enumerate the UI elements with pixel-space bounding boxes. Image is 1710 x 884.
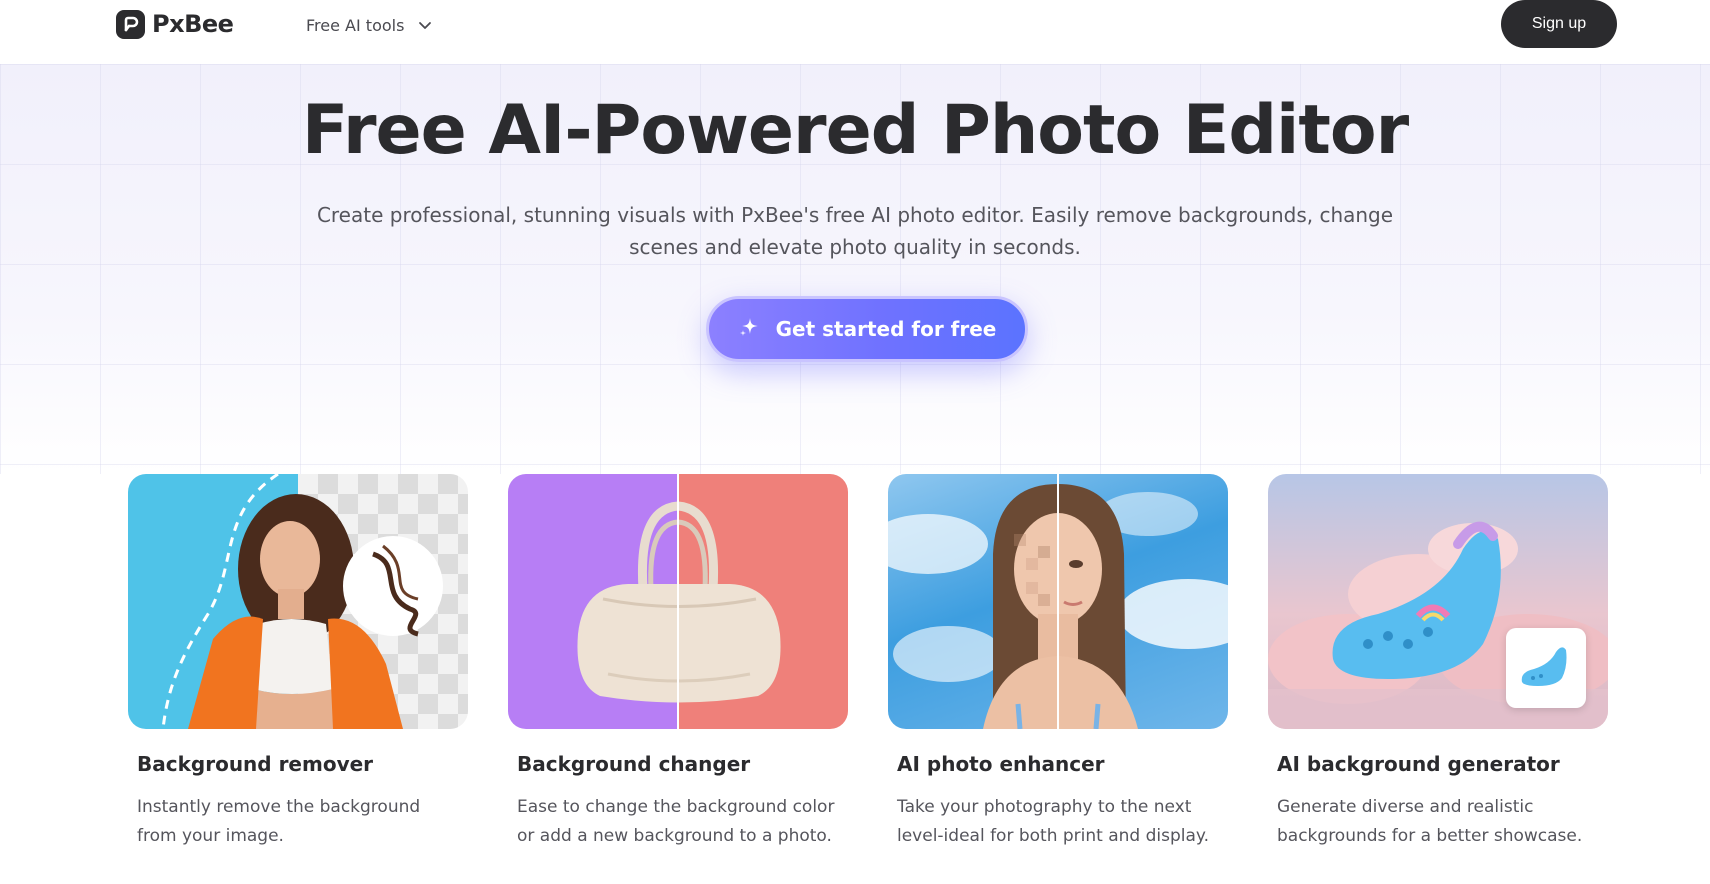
ai-background-generator-preview-image xyxy=(1268,474,1608,729)
card-title: AI photo enhancer xyxy=(897,752,1105,776)
sign-up-button[interactable]: Sign up xyxy=(1501,0,1617,48)
card-description: Generate diverse and realistic backgroun… xyxy=(1277,797,1583,846)
ai-photo-enhancer-preview-image xyxy=(888,474,1228,729)
hero-subtitle: Create professional, stunning visuals wi… xyxy=(316,203,1394,259)
free-ai-tools-label: Free AI tools xyxy=(306,15,405,35)
logo-text: PxBee xyxy=(152,10,234,38)
hero-section: Free AI-Powered Photo Editor Create prof… xyxy=(0,64,1710,474)
page-title: Free AI-Powered Photo Editor xyxy=(301,91,1409,170)
free-ai-tools-menu[interactable]: Free AI tools xyxy=(306,14,432,36)
card-title: AI background generator xyxy=(1277,752,1560,776)
tool-card-background-changer[interactable]: Background changer Ease to change the ba… xyxy=(508,474,848,846)
tool-card-ai-background-generator[interactable]: AI background generator Generate diverse… xyxy=(1268,474,1608,846)
sparkle-icon xyxy=(738,316,760,343)
tool-card-ai-photo-enhancer[interactable]: AI photo enhancer Take your photography … xyxy=(888,474,1228,846)
top-navigation: PxBee Free AI tools Sign up xyxy=(0,0,1710,64)
background-remover-preview-image xyxy=(128,474,468,729)
pxbee-logo-icon xyxy=(116,9,145,39)
get-started-button[interactable]: Get started for free xyxy=(706,296,1028,362)
tool-card-background-remover[interactable]: Background remover Instantly remove the … xyxy=(128,474,468,846)
card-description: Instantly remove the background from you… xyxy=(137,797,421,846)
card-title: Background changer xyxy=(517,752,751,776)
card-description: Take your photography to the next level-… xyxy=(897,797,1209,846)
get-started-label: Get started for free xyxy=(775,317,997,341)
background-changer-preview-image xyxy=(508,474,848,729)
chevron-down-icon xyxy=(418,16,432,35)
card-description: Ease to change the background color or a… xyxy=(517,797,835,846)
card-title: Background remover xyxy=(137,752,374,776)
logo[interactable]: PxBee xyxy=(116,9,234,39)
original-product-thumbnail xyxy=(1506,628,1586,708)
